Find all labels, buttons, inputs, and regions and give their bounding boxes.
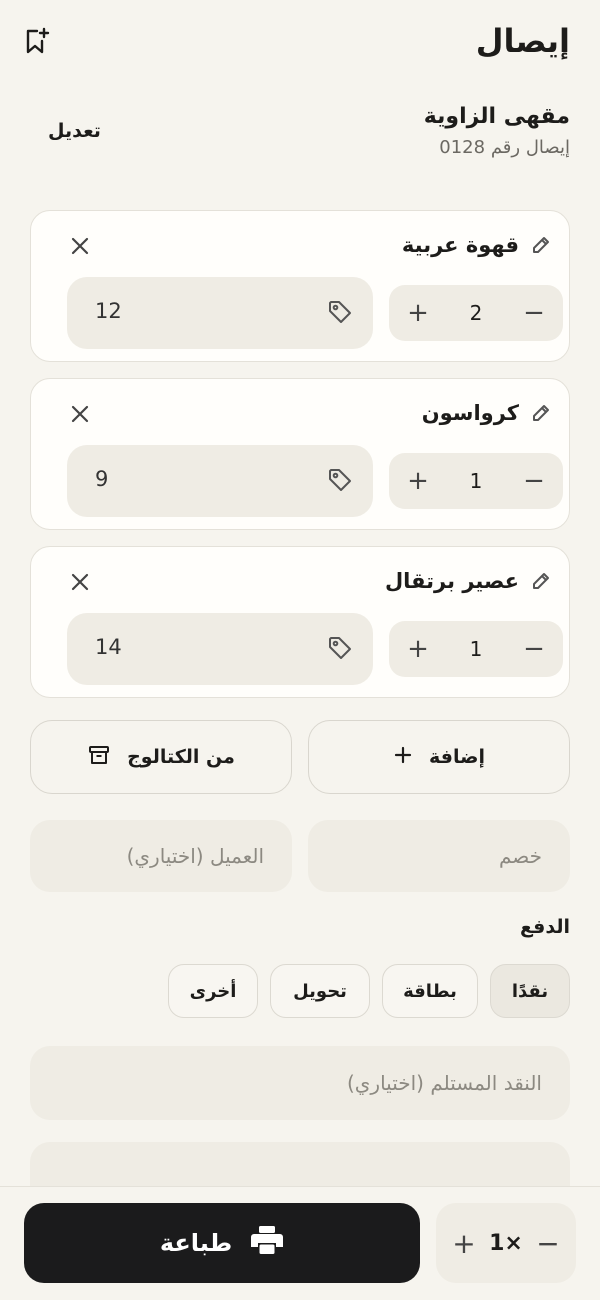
minus-button[interactable]: − [505,453,563,509]
tag-icon [327,635,353,661]
payment-option-transfer[interactable]: تحويل [270,964,370,1018]
payment-option-card[interactable]: بطاقة [382,964,478,1018]
discount-input[interactable]: خصم [308,820,570,892]
item-name: قهوة عربية [401,233,519,257]
minus-button[interactable]: − [505,621,563,677]
plus-button[interactable]: + [389,285,447,341]
quantity-stepper: + 1 − [389,453,563,509]
customer-input[interactable]: العميل (اختياري) [30,820,292,892]
catalog-label: من الكتالوج [127,746,235,768]
bookmark-plus-icon[interactable] [20,24,54,58]
quantity-stepper: + 2 − [389,285,563,341]
copies-value: 1× [489,1230,523,1256]
price-field[interactable]: 14 [67,613,373,685]
archive-icon [87,743,111,772]
quantity-value: 2 [469,301,483,325]
print-button[interactable]: طباعة [24,1203,420,1283]
quantity-stepper: + 1 − [389,621,563,677]
receipt-screen: إيصال مقهى الزاوية إيصال رقم 0128 تعديل … [0,0,600,1300]
tag-icon [327,299,353,325]
pencil-icon[interactable] [529,233,553,257]
item-name-row: عصير برتقال [385,569,553,593]
pencil-icon[interactable] [529,569,553,593]
add-item-button[interactable]: إضافة [308,720,570,794]
item-name: عصير برتقال [384,569,519,593]
price-value: 9 [95,467,109,491]
print-label: طباعة [159,1229,233,1257]
page-title: إيصال [475,22,570,60]
receipt-number: إيصال رقم 0128 [439,137,570,158]
payment-option-cash[interactable]: نقدًا [490,964,570,1018]
copies-minus-button[interactable]: − [528,1203,568,1283]
copies-stepper: + 1× − [436,1203,576,1283]
pencil-icon[interactable] [529,401,553,425]
plus-button[interactable]: + [389,621,447,677]
payment-option-other[interactable]: أخرى [168,964,258,1018]
item-card: عصير برتقال 14 + 1 − [30,546,570,698]
printer-icon [250,1225,284,1261]
bottom-bar: طباعة + 1× − [0,1186,600,1300]
customer-placeholder: العميل (اختياري) [126,844,264,868]
quantity-value: 1 [469,637,483,661]
close-icon[interactable] [65,567,95,597]
discount-placeholder: خصم [498,844,542,868]
payment-label: الدفع [519,916,570,938]
header: إيصال [0,0,600,90]
edit-button[interactable]: تعديل [48,120,101,142]
item-name-row: قهوة عربية [402,233,553,257]
cash-received-input[interactable]: النقد المستلم (اختياري) [30,1046,570,1120]
price-value: 14 [95,635,122,659]
item-card: قهوة عربية 12 + 2 − [30,210,570,362]
shop-info: مقهى الزاوية إيصال رقم 0128 [424,104,570,158]
plus-icon [393,745,413,770]
add-label: إضافة [429,746,485,768]
cash-received-placeholder: النقد المستلم (اختياري) [346,1071,542,1095]
item-name-row: كرواسون [422,401,553,425]
copies-plus-button[interactable]: + [444,1203,484,1283]
shop-name: مقهى الزاوية [423,104,570,129]
price-field[interactable]: 12 [67,277,373,349]
tag-icon [327,467,353,493]
item-name: كرواسون [421,401,519,425]
item-card: كرواسون 9 + 1 − [30,378,570,530]
catalog-button[interactable]: من الكتالوج [30,720,292,794]
price-value: 12 [95,299,122,323]
plus-button[interactable]: + [389,453,447,509]
close-icon[interactable] [65,399,95,429]
minus-button[interactable]: − [505,285,563,341]
price-field[interactable]: 9 [67,445,373,517]
quantity-value: 1 [469,469,483,493]
close-icon[interactable] [65,231,95,261]
